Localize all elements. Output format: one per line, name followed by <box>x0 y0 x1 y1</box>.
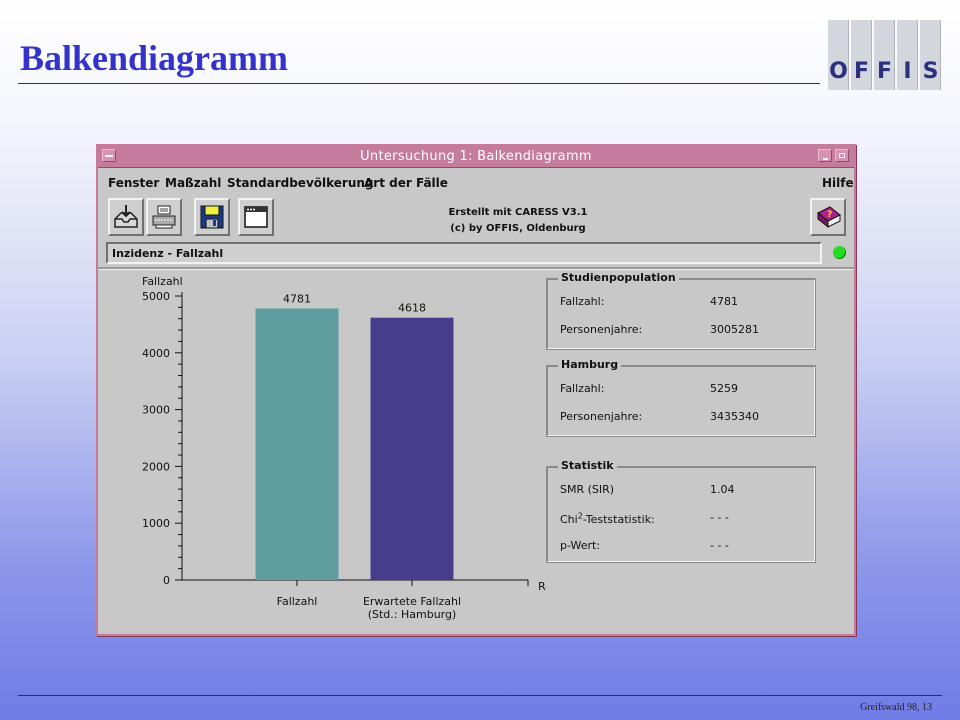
menu-fenster[interactable]: Fenster <box>108 176 159 190</box>
help-book-icon: ? <box>817 206 841 229</box>
info-value: 5259 <box>710 382 738 395</box>
minimize-button[interactable] <box>818 149 832 162</box>
status-field: Inzidenz - Fallzahl <box>106 242 822 264</box>
window-title: Untersuchung 1: Balkendiagramm <box>360 149 592 164</box>
y-tick-label: 2000 <box>142 460 170 473</box>
slide-title: Balkendiagramm <box>20 38 289 78</box>
x-axis-label: Region <box>538 580 546 593</box>
status-text: Inzidenz - Fallzahl <box>112 247 224 260</box>
x-tick-label: Fallzahl <box>277 595 318 608</box>
bar <box>370 317 454 580</box>
printer-icon <box>152 205 176 229</box>
maximize-button[interactable] <box>835 149 849 162</box>
y-tick-label: 0 <box>163 574 170 587</box>
window-icon <box>244 206 268 228</box>
window-titlebar[interactable]: Untersuchung 1: Balkendiagramm <box>98 146 854 168</box>
footer-divider <box>18 695 942 696</box>
info-label: Personenjahre: <box>560 323 643 336</box>
offis-logo: O F F I S <box>828 20 941 90</box>
bar-chart: 0 1000 2000 3000 4000 5000 Fallzahl Region 4781 F… <box>126 270 576 634</box>
y-tick-label: 5000 <box>142 290 170 303</box>
box-hamburg: Hamburg Fallzahl: 5259 Personenjahre: 34… <box>546 358 816 437</box>
y-tick-label: 4000 <box>142 347 170 360</box>
slide-footer: Greifswald 98, 13 <box>860 702 932 713</box>
floppy-disk-icon <box>200 205 224 229</box>
info-value: - - - <box>710 511 729 524</box>
info-row: Fallzahl: 4781 <box>560 295 810 308</box>
credit-text: Erstellt mit CARESS V3.1 (c) by OFFIS, O… <box>448 207 588 234</box>
menu-art-der-faelle[interactable]: Art der Fälle <box>364 176 448 190</box>
title-divider <box>18 83 820 84</box>
info-value: 3435340 <box>710 410 759 423</box>
menu-bar: Fenster Maßzahl Standardbevölkerung Art … <box>98 168 854 194</box>
bar-chart-svg: 0 1000 2000 3000 4000 5000 Fallzahl Region 4781 F… <box>142 275 576 621</box>
info-row: p-Wert: - - - <box>560 539 810 552</box>
info-value: 1.04 <box>710 483 735 496</box>
new-window-button[interactable] <box>238 198 274 236</box>
info-label: Fallzahl: <box>560 382 605 395</box>
box-title: Statistik <box>558 459 617 472</box>
y-tick-label: 1000 <box>142 517 170 530</box>
info-label: Chi2-Teststatistik: <box>560 511 655 526</box>
app-window: Untersuchung 1: Balkendiagramm Fenster M… <box>96 144 856 636</box>
help-button[interactable]: ? <box>810 198 846 236</box>
info-row: Personenjahre: 3005281 <box>560 323 810 336</box>
info-label: SMR (SIR) <box>560 483 615 496</box>
x-tick-label: (Std.: Hamburg) <box>368 608 457 621</box>
info-label: p-Wert: <box>560 539 601 552</box>
inbox-button[interactable] <box>108 198 144 236</box>
box-title: Hamburg <box>558 358 622 371</box>
info-label: Fallzahl: <box>560 295 605 308</box>
save-button[interactable] <box>194 198 230 236</box>
toolbar: Erstellt mit CARESS V3.1 (c) by OFFIS, O… <box>98 196 854 240</box>
info-row: Chi2-Teststatistik: - - - <box>560 511 810 526</box>
box-studienpopulation: Studienpopulation Fallzahl: 4781 Persone… <box>546 271 816 350</box>
svg-text:?: ? <box>827 210 832 220</box>
info-value: - - - <box>710 539 729 552</box>
y-axis-label: Fallzahl <box>142 275 183 288</box>
info-label: Personenjahre: <box>560 410 643 423</box>
menu-standardbevoelkerung[interactable]: Standardbevölkerung <box>227 176 374 190</box>
print-button[interactable] <box>146 198 182 236</box>
info-value: 4781 <box>710 295 738 308</box>
bar <box>255 308 339 580</box>
menu-masszahl[interactable]: Maßzahl <box>165 176 221 190</box>
bar-value-label: 4781 <box>283 292 311 305</box>
box-statistik: Statistik SMR (SIR) 1.04 Chi2-Teststatis… <box>546 459 816 563</box>
info-value: 3005281 <box>710 323 759 336</box>
box-title: Studienpopulation <box>558 271 679 284</box>
info-row: SMR (SIR) 1.04 <box>560 483 810 496</box>
info-row: Fallzahl: 5259 <box>560 382 810 395</box>
y-tick-label: 3000 <box>142 404 170 417</box>
x-tick-label: Erwartete Fallzahl <box>363 595 461 608</box>
inbox-icon <box>114 205 138 228</box>
menu-hilfe[interactable]: Hilfe <box>822 176 854 190</box>
bar-value-label: 4618 <box>398 302 426 315</box>
status-indicator-light <box>833 246 846 259</box>
info-row: Personenjahre: 3435340 <box>560 410 810 423</box>
